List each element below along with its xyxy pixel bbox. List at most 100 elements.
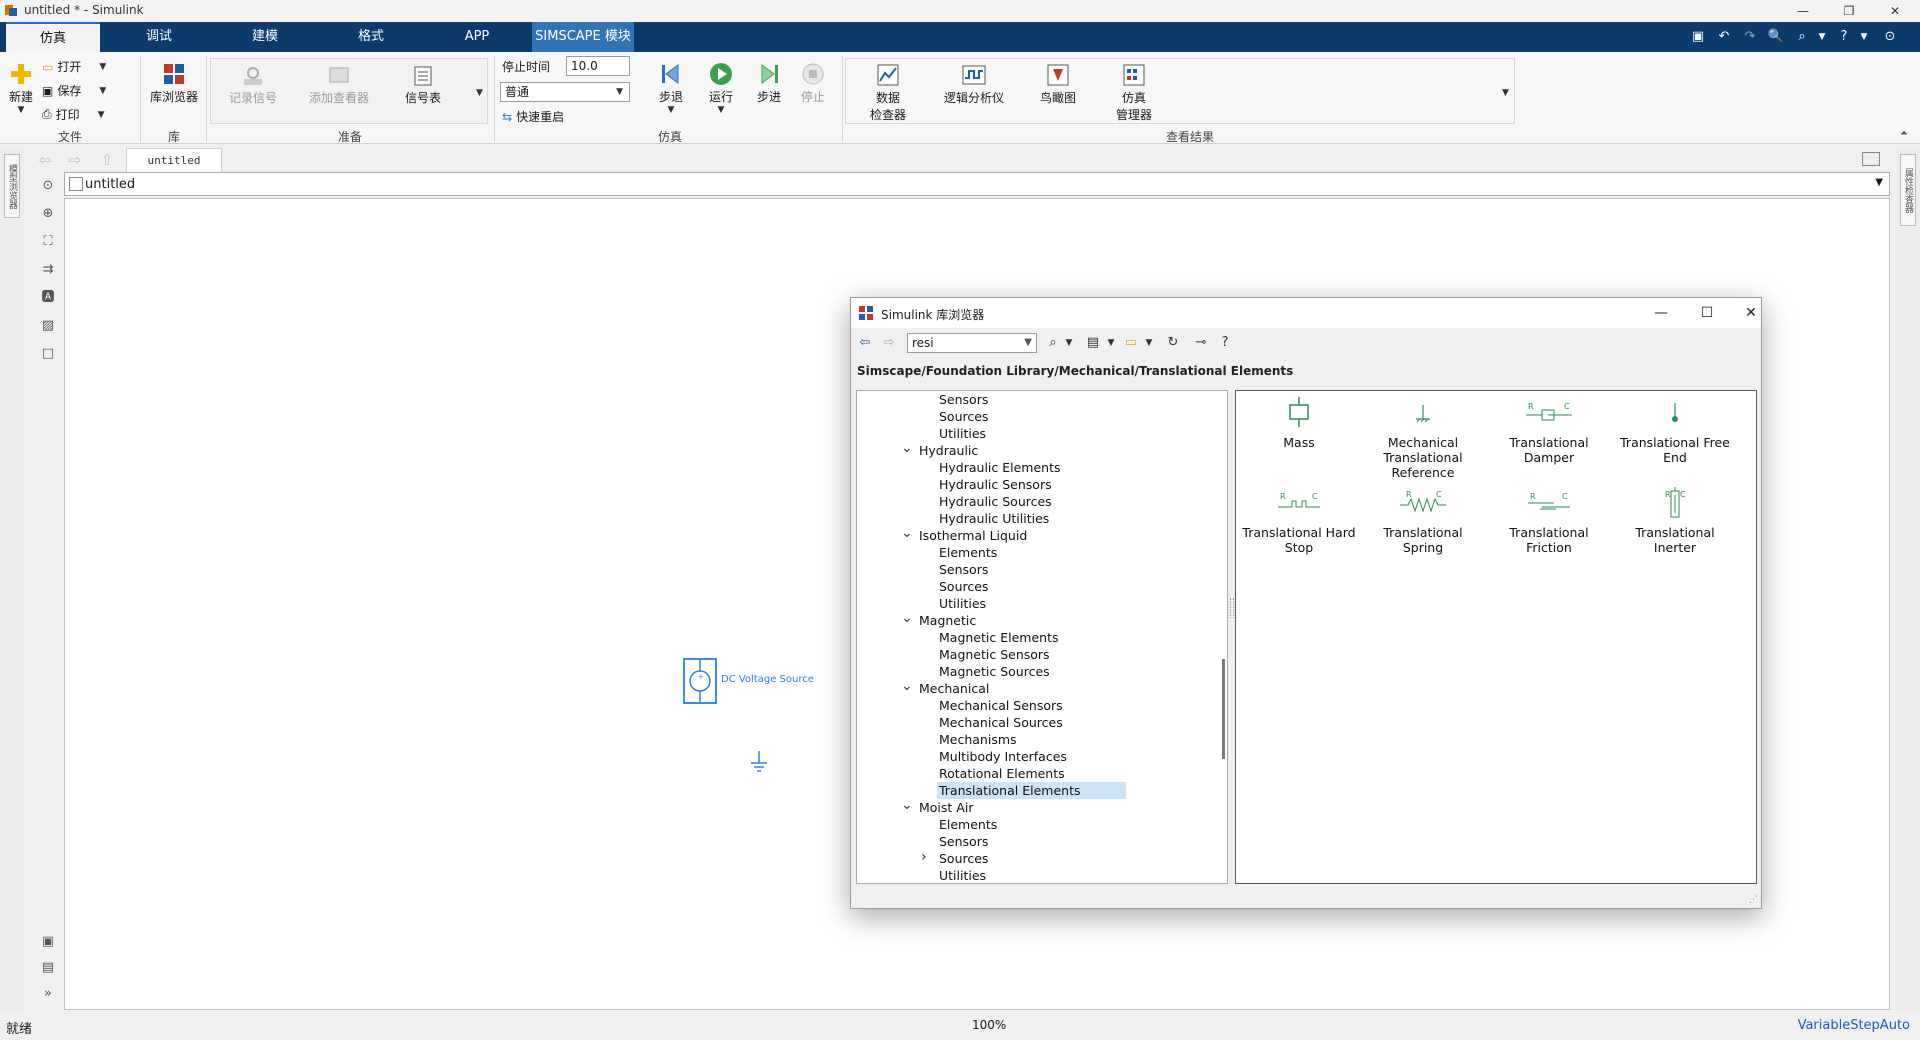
- collapse-ribbon-icon[interactable]: ⊙: [1880, 27, 1900, 47]
- tree-item[interactable]: Mechanical: [919, 680, 989, 697]
- stop-time-input[interactable]: 10.0: [566, 56, 630, 76]
- zoom-level[interactable]: 100%: [972, 1018, 1006, 1032]
- block-translational-damper[interactable]: RC Translational Damper: [1490, 397, 1608, 465]
- model-address-bar[interactable]: untitled ▼: [64, 172, 1890, 196]
- chevron-down-icon[interactable]: ▼: [1139, 334, 1159, 352]
- save-quick-icon[interactable]: ▣: [1688, 27, 1708, 47]
- help-icon[interactable]: ?: [1215, 334, 1235, 352]
- image-icon[interactable]: ▨: [38, 316, 58, 336]
- tree-item[interactable]: Hydraulic: [919, 442, 978, 459]
- hide-explorer-bar-icon[interactable]: [1862, 152, 1880, 166]
- print-button[interactable]: ⎙ 打印 ▼: [42, 106, 105, 123]
- chevron-down-icon[interactable]: ▼: [1502, 88, 1509, 98]
- find-icon[interactable]: ⌕: [1792, 27, 1812, 47]
- property-table-icon[interactable]: ▤: [38, 958, 58, 978]
- undo-icon[interactable]: ↶: [1714, 27, 1734, 47]
- forward-arrow-icon[interactable]: ⇨: [879, 334, 899, 352]
- tree-item[interactable]: Magnetic Sensors: [939, 646, 1050, 663]
- open-button[interactable]: ▭ 打开 ▼: [42, 58, 106, 75]
- hide-browser-icon[interactable]: ⊙: [38, 176, 58, 196]
- zoom-icon[interactable]: ⊕: [38, 204, 58, 224]
- tree-item[interactable]: Sources: [939, 578, 988, 595]
- open-folder-icon[interactable]: ▭: [1121, 334, 1141, 352]
- birdseye-button[interactable]: 鸟瞰图: [1030, 63, 1086, 106]
- tree-item[interactable]: Hydraulic Sensors: [939, 476, 1052, 493]
- up-arrow-icon[interactable]: ⇧: [96, 150, 118, 170]
- tree-item[interactable]: Hydraulic Elements: [939, 459, 1061, 476]
- tree-item[interactable]: Elements: [939, 544, 997, 561]
- stop-button[interactable]: 停止: [796, 62, 830, 105]
- chevron-down-icon[interactable]: ▼: [1812, 27, 1832, 47]
- chevron-down-icon[interactable]: ▼: [476, 88, 483, 98]
- property-inspector-tab[interactable]: 属性检查器: [1900, 154, 1916, 226]
- chevron-down-icon[interactable]: ⌄: [901, 525, 913, 541]
- tree-item[interactable]: Sensors: [939, 391, 988, 408]
- step-back-button[interactable]: 步退 ▼: [654, 62, 688, 115]
- tree-item[interactable]: Elements: [939, 816, 997, 833]
- chevron-down-icon[interactable]: ▼: [1875, 177, 1883, 188]
- tree-item[interactable]: Utilities: [939, 425, 986, 442]
- block-mass[interactable]: Mass: [1240, 397, 1358, 450]
- block-translational-spring[interactable]: RC Translational Spring: [1364, 487, 1482, 555]
- tree-item[interactable]: Translational Elements: [937, 782, 1127, 799]
- forward-arrow-icon[interactable]: ⇨: [64, 150, 86, 170]
- tree-item[interactable]: Sensors: [939, 833, 988, 850]
- pane-splitter[interactable]: [1230, 598, 1234, 618]
- resize-grip-icon[interactable]: ⋰: [1749, 895, 1758, 905]
- tree-item[interactable]: Magnetic Elements: [939, 629, 1058, 646]
- minimize-button[interactable]: —: [1643, 302, 1679, 324]
- chevron-down-icon[interactable]: ⌄: [901, 610, 913, 626]
- tree-item[interactable]: Utilities: [939, 595, 986, 612]
- block-mechanical-translational-reference[interactable]: Mechanical Translational Reference: [1364, 397, 1482, 480]
- new-button[interactable]: 新建 ▼: [6, 62, 36, 115]
- data-inspector-button[interactable]: 数据 检查器: [860, 63, 916, 123]
- block-translational-free-end[interactable]: Translational Free End: [1616, 397, 1734, 465]
- log-signals-button[interactable]: 记录信号: [217, 65, 289, 106]
- model-browser-tab[interactable]: 模型浏览器: [4, 154, 20, 218]
- tree-item[interactable]: Mechanisms: [939, 731, 1017, 748]
- tree-item[interactable]: Rotational Elements: [939, 765, 1065, 782]
- model-tab[interactable]: untitled: [126, 148, 222, 172]
- signal-table-button[interactable]: 信号表: [391, 65, 455, 106]
- tree-item[interactable]: Sensors: [939, 561, 988, 578]
- library-browser-button[interactable]: 库浏览器: [146, 62, 202, 105]
- simulation-mode-select[interactable]: 普通 ▼: [500, 82, 630, 102]
- expand-icon[interactable]: »: [38, 984, 58, 1004]
- collapse-ribbon-icon[interactable]: ⏶: [1900, 128, 1908, 139]
- solver-link[interactable]: VariableStepAuto: [1798, 1018, 1910, 1033]
- tree-item[interactable]: Sources: [939, 408, 988, 425]
- step-forward-button[interactable]: 步进: [752, 62, 786, 105]
- dc-voltage-source-block[interactable]: +: [683, 658, 717, 704]
- refresh-icon[interactable]: ↻: [1163, 334, 1183, 352]
- tree-item[interactable]: Hydraulic Utilities: [939, 510, 1049, 527]
- library-search-input[interactable]: resi ▼: [907, 333, 1037, 353]
- area-icon[interactable]: □: [38, 344, 58, 364]
- camera-icon[interactable]: ▣: [38, 932, 58, 952]
- tree-item[interactable]: Hydraulic Sources: [939, 493, 1052, 510]
- tree-item[interactable]: Magnetic: [919, 612, 976, 629]
- tree-item[interactable]: Magnetic Sources: [939, 663, 1050, 680]
- search-icon[interactable]: 🔍: [1766, 27, 1786, 47]
- tree-item[interactable]: Utilities: [939, 867, 986, 883]
- tree-item[interactable]: Sources: [939, 850, 988, 867]
- electrical-reference-block[interactable]: [749, 751, 769, 777]
- chevron-down-icon[interactable]: ⌄: [901, 440, 913, 456]
- block-translational-inerter[interactable]: RC Translational Inerter: [1616, 487, 1734, 555]
- chevron-down-icon[interactable]: ▼: [1059, 334, 1079, 352]
- tree-item[interactable]: Multibody Interfaces: [939, 748, 1067, 765]
- tree-item[interactable]: Isothermal Liquid: [919, 527, 1027, 544]
- tab-simulation[interactable]: 仿真: [6, 22, 100, 52]
- annotation-icon[interactable]: 🅰: [38, 288, 58, 308]
- block-translational-hard-stop[interactable]: RC Translational Hard Stop: [1240, 487, 1358, 555]
- chevron-down-icon[interactable]: ▼: [1854, 27, 1874, 47]
- run-button[interactable]: 运行 ▼: [704, 62, 738, 115]
- tab-simscape-blocks[interactable]: SIMSCAPE 模块: [532, 22, 634, 52]
- block-translational-friction[interactable]: RC Translational Friction: [1490, 487, 1608, 555]
- tree-item[interactable]: Mechanical Sources: [939, 714, 1063, 731]
- fit-to-view-icon[interactable]: ⛶: [38, 232, 58, 252]
- tree-item[interactable]: Moist Air: [919, 799, 973, 816]
- pin-icon[interactable]: ⊸: [1191, 334, 1211, 352]
- tab-apps[interactable]: APP: [430, 22, 524, 52]
- restore-button[interactable]: ❐: [1826, 0, 1872, 22]
- close-button[interactable]: ✕: [1872, 0, 1918, 22]
